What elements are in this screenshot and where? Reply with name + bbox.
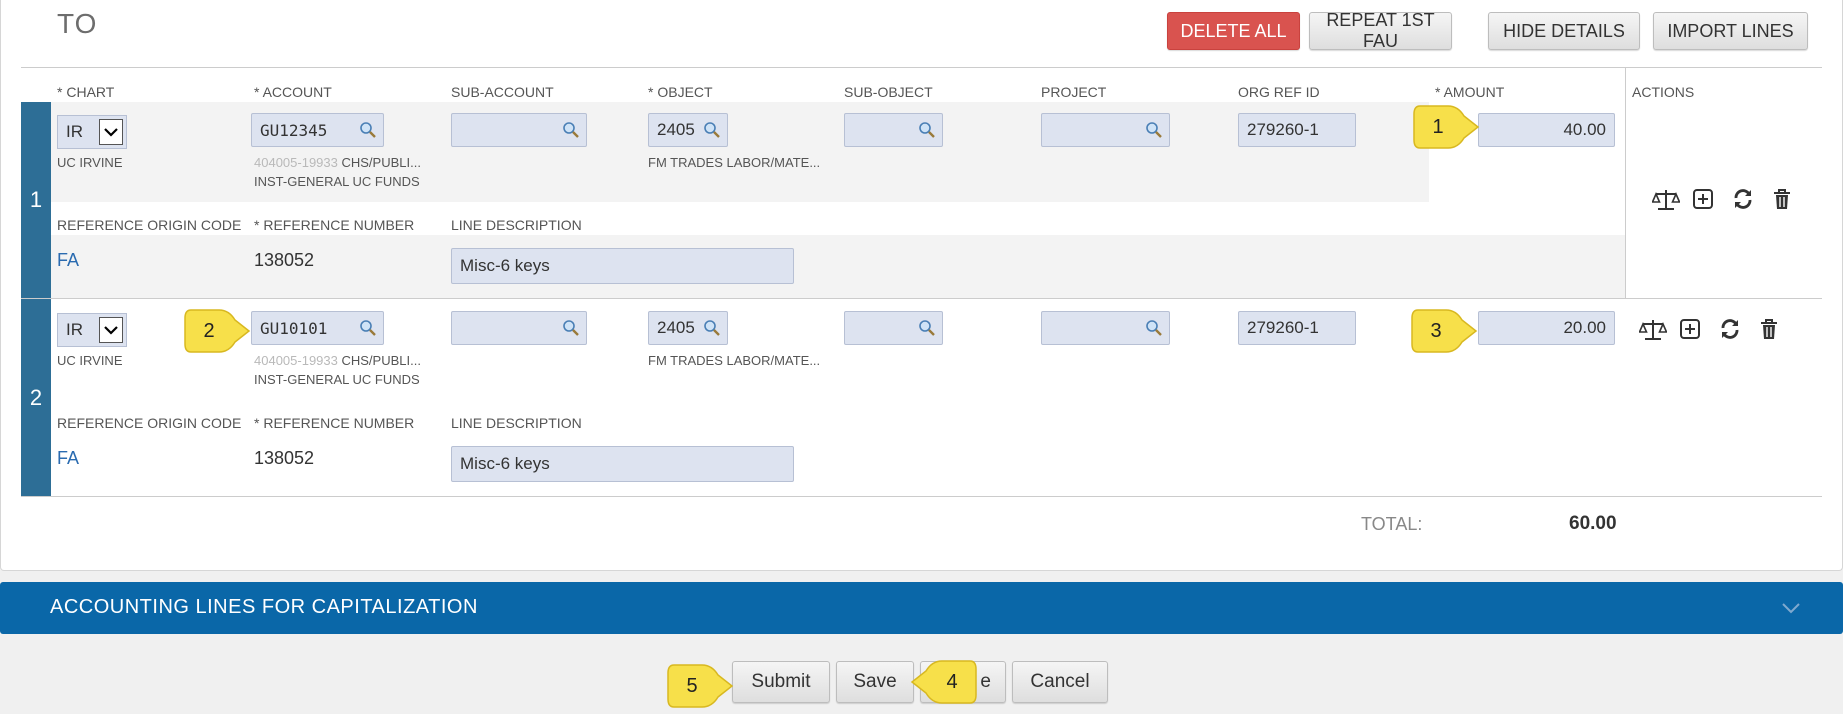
sub-account-input[interactable] bbox=[451, 311, 587, 345]
search-icon[interactable] bbox=[918, 121, 936, 139]
col-amount: * AMOUNT bbox=[1435, 84, 1505, 100]
reference-origin-code-link[interactable]: FA bbox=[57, 250, 79, 271]
lines-bottom-divider bbox=[21, 496, 1822, 497]
account-input[interactable]: GU12345 bbox=[251, 113, 384, 147]
balance-icon[interactable] bbox=[1651, 188, 1681, 212]
line-actions bbox=[1651, 188, 1796, 212]
col-chart: * CHART bbox=[57, 84, 115, 100]
chevron-down-icon bbox=[99, 119, 123, 145]
object-name: FM TRADES LABOR/MATE... bbox=[648, 353, 821, 368]
refresh-icon[interactable] bbox=[1719, 318, 1743, 342]
submit-button[interactable]: Submit bbox=[732, 661, 830, 703]
line-number: 2 bbox=[21, 299, 51, 496]
total-label: TOTAL: bbox=[1361, 514, 1423, 534]
amount-input[interactable]: 20.00 bbox=[1478, 311, 1615, 345]
plus-box-icon[interactable] bbox=[1679, 318, 1703, 342]
hide-details-button[interactable]: HIDE DETAILS bbox=[1488, 12, 1640, 50]
account-fund: INST-GENERAL UC FUNDS bbox=[254, 174, 420, 189]
col-account: * ACCOUNT bbox=[254, 84, 332, 100]
callout-3: 3 bbox=[1410, 308, 1478, 354]
callout-5: 5 bbox=[666, 663, 734, 709]
refresh-icon[interactable] bbox=[1732, 188, 1756, 212]
capitalization-section-header[interactable]: ACCOUNTING LINES FOR CAPITALIZATION bbox=[0, 582, 1843, 634]
org-ref-id-input[interactable]: 279260-1 bbox=[1238, 113, 1356, 147]
sub-account-input[interactable] bbox=[451, 113, 587, 147]
reference-number-label: * REFERENCE NUMBER bbox=[254, 415, 415, 431]
line-description-label: LINE DESCRIPTION bbox=[451, 217, 582, 233]
delete-all-button[interactable]: DELETE ALL bbox=[1167, 12, 1300, 50]
object-input[interactable]: 2405 bbox=[648, 113, 728, 147]
reference-number-label: * REFERENCE NUMBER bbox=[254, 217, 415, 233]
col-actions: ACTIONS bbox=[1632, 84, 1695, 100]
capitalization-title: ACCOUNTING LINES FOR CAPITALIZATION bbox=[50, 596, 478, 618]
reference-origin-code-link[interactable]: FA bbox=[57, 448, 79, 469]
callout-2: 2 bbox=[183, 308, 251, 354]
sub-object-input[interactable] bbox=[844, 113, 943, 147]
reference-origin-code-label: REFERENCE ORIGIN CODE bbox=[57, 415, 242, 431]
trash-icon[interactable] bbox=[1759, 318, 1783, 342]
col-sub-account: SUB-ACCOUNT bbox=[451, 84, 554, 100]
line-number: 1 bbox=[21, 102, 51, 298]
col-object: * OBJECT bbox=[648, 84, 713, 100]
line-divider bbox=[21, 298, 1822, 299]
line-description-input[interactable]: Misc-6 keys bbox=[451, 248, 794, 284]
col-org-ref-id: ORG REF ID bbox=[1238, 84, 1320, 100]
amount-input[interactable]: 40.00 bbox=[1478, 113, 1615, 147]
actions-divider bbox=[1625, 68, 1626, 298]
chart-select[interactable]: IR bbox=[57, 115, 127, 149]
object-name: FM TRADES LABOR/MATE... bbox=[648, 155, 821, 170]
repeat-first-fau-button[interactable]: REPEAT 1ST FAU bbox=[1309, 10, 1452, 51]
import-lines-button[interactable]: IMPORT LINES bbox=[1653, 12, 1808, 50]
account-meta: 404005-19933 CHS/PUBLI... bbox=[254, 155, 421, 170]
save-button[interactable]: Save bbox=[836, 661, 914, 703]
search-icon[interactable] bbox=[1145, 319, 1163, 337]
search-icon[interactable] bbox=[359, 121, 377, 139]
balance-icon[interactable] bbox=[1638, 318, 1668, 342]
plus-box-icon[interactable] bbox=[1692, 188, 1716, 212]
cancel-button[interactable]: Cancel bbox=[1012, 661, 1108, 703]
reference-origin-code-label: REFERENCE ORIGIN CODE bbox=[57, 217, 242, 233]
callout-1: 1 bbox=[1412, 104, 1480, 150]
total-value: 60.00 bbox=[1569, 513, 1617, 534]
line-description-label: LINE DESCRIPTION bbox=[451, 415, 582, 431]
search-icon[interactable] bbox=[562, 121, 580, 139]
accounting-lines-panel: TO DELETE ALL REPEAT 1ST FAU HIDE DETAIL… bbox=[0, 0, 1843, 571]
chevron-down-icon bbox=[99, 317, 123, 343]
account-fund: INST-GENERAL UC FUNDS bbox=[254, 372, 420, 387]
header-divider bbox=[21, 67, 1822, 68]
chevron-down-icon[interactable] bbox=[1779, 596, 1803, 620]
callout-4: 4 bbox=[910, 659, 978, 705]
reference-number-value: 138052 bbox=[254, 448, 315, 468]
project-input[interactable] bbox=[1041, 311, 1170, 345]
chart-name: UC IRVINE bbox=[57, 353, 123, 368]
reference-number-value: 138052 bbox=[254, 250, 315, 270]
chart-select[interactable]: IR bbox=[57, 313, 127, 347]
search-icon[interactable] bbox=[562, 319, 580, 337]
search-icon[interactable] bbox=[703, 319, 721, 337]
line-actions bbox=[1638, 318, 1783, 342]
line-description-input[interactable]: Misc-6 keys bbox=[451, 446, 794, 482]
col-sub-object: SUB-OBJECT bbox=[844, 84, 933, 100]
sub-object-input[interactable] bbox=[844, 311, 943, 345]
object-input[interactable]: 2405 bbox=[648, 311, 728, 345]
section-title: TO bbox=[57, 8, 98, 39]
account-input[interactable]: GU10101 bbox=[251, 311, 384, 345]
account-meta: 404005-19933 CHS/PUBLI... bbox=[254, 353, 421, 368]
search-icon[interactable] bbox=[918, 319, 936, 337]
project-input[interactable] bbox=[1041, 113, 1170, 147]
org-ref-id-input[interactable]: 279260-1 bbox=[1238, 311, 1356, 345]
search-icon[interactable] bbox=[359, 319, 377, 337]
chart-name: UC IRVINE bbox=[57, 155, 123, 170]
search-icon[interactable] bbox=[1145, 121, 1163, 139]
trash-icon[interactable] bbox=[1772, 188, 1796, 212]
search-icon[interactable] bbox=[703, 121, 721, 139]
col-project: PROJECT bbox=[1041, 84, 1107, 100]
